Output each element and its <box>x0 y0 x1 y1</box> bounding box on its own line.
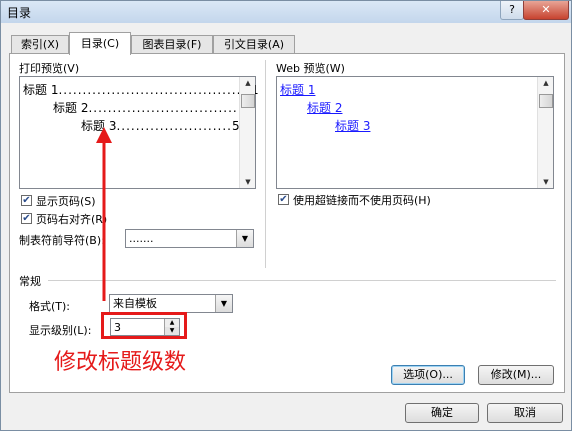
window-title: 目录 <box>7 6 32 20</box>
print-preview-label: 打印预览(V) <box>19 62 80 75</box>
print-preview-box: 标题 1....................................… <box>19 76 259 189</box>
levels-label: 显示级别(L): <box>29 324 92 337</box>
format-value: 来自模板 <box>113 297 157 310</box>
print-line-text: 标题 1 <box>23 83 59 97</box>
web-link-2[interactable]: 标题 2 <box>307 99 342 116</box>
annotation-arrow <box>96 127 112 301</box>
print-line-dots: ........................................ <box>58 83 252 97</box>
tab-toc[interactable]: 目录(C) <box>69 32 131 55</box>
format-select[interactable]: 来自模板 ▼ <box>109 294 233 313</box>
web-preview-box: 标题 1 标题 2 标题 3 ▲ ▼ <box>276 76 554 189</box>
format-label: 格式(T): <box>29 300 71 313</box>
web-link-1[interactable]: 标题 1 <box>280 81 315 98</box>
tab-figures[interactable]: 图表目录(F) <box>131 35 213 54</box>
tab-authorities[interactable]: 引文目录(A) <box>213 35 295 54</box>
title-bar: 目录 ? ✕ <box>1 1 571 23</box>
print-line-dots: ........................ <box>116 119 232 133</box>
options-button[interactable]: 选项(O)... <box>391 365 465 385</box>
print-line-2: 标题 2................................3 <box>53 99 250 116</box>
scroll-up-icon[interactable]: ▲ <box>242 78 254 88</box>
help-button[interactable]: ? <box>500 1 524 20</box>
scroll-thumb[interactable] <box>241 94 255 108</box>
chevron-down-icon: ▼ <box>215 295 232 312</box>
show-page-numbers-label: 显示页码(S) <box>36 195 96 208</box>
web-link-3[interactable]: 标题 3 <box>335 117 370 134</box>
show-page-numbers-checkbox[interactable]: ✔ <box>21 195 32 206</box>
toc-dialog: 目录 ? ✕ 索引(X) 目录(C) 图表目录(F) 引文目录(A) 打印预览(… <box>0 0 572 431</box>
general-divider <box>48 280 556 281</box>
web-preview-scrollbar[interactable]: ▲ ▼ <box>537 77 553 188</box>
column-divider <box>265 60 266 268</box>
print-line-text: 标题 2 <box>53 101 89 115</box>
scroll-up-icon[interactable]: ▲ <box>540 78 552 88</box>
use-hyperlinks-checkbox[interactable]: ✔ <box>278 194 289 205</box>
tab-index[interactable]: 索引(X) <box>11 35 69 54</box>
scroll-down-icon[interactable]: ▼ <box>242 177 254 187</box>
tab-leader-value: ....... <box>129 232 154 245</box>
toc-tab-panel: 打印预览(V) 标题 1............................… <box>9 53 565 393</box>
print-line-1: 标题 1....................................… <box>23 81 259 98</box>
modify-button[interactable]: 修改(M)... <box>478 365 554 385</box>
chevron-down-icon: ▼ <box>236 230 253 247</box>
general-section-label: 常规 <box>19 275 41 288</box>
ok-button[interactable]: 确定 <box>405 403 479 423</box>
web-preview-label: Web 预览(W) <box>276 62 345 75</box>
cancel-button[interactable]: 取消 <box>487 403 563 423</box>
right-align-checkbox[interactable]: ✔ <box>21 213 32 224</box>
annotation-text: 修改标题级数 <box>54 350 187 375</box>
close-button[interactable]: ✕ <box>523 1 569 20</box>
tab-leader-select[interactable]: ....... ▼ <box>125 229 254 248</box>
annotation-highlight-box <box>101 312 187 339</box>
scroll-thumb[interactable] <box>539 94 553 108</box>
use-hyperlinks-label: 使用超链接而不使用页码(H) <box>293 194 431 207</box>
print-line-dots: ................................ <box>88 101 243 115</box>
scroll-down-icon[interactable]: ▼ <box>540 177 552 187</box>
print-preview-scrollbar[interactable]: ▲ ▼ <box>239 77 255 188</box>
tab-leader-label: 制表符前导符(B): <box>19 234 105 247</box>
